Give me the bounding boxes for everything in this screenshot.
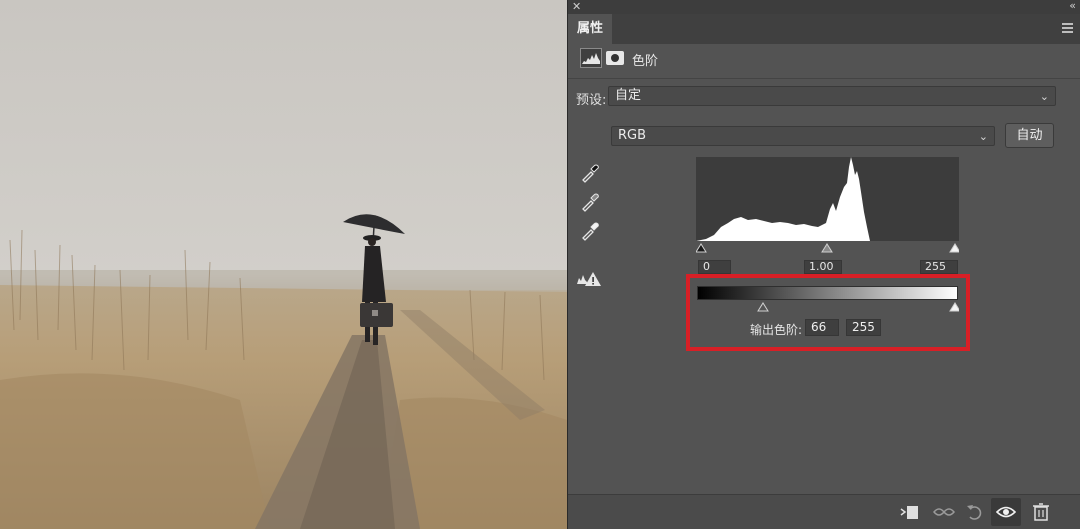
properties-panel: ✕ « 属性 色阶 预设: 自定 ⌄ RGB ⌄ 自动 0 1.00 255 输… [567,0,1080,529]
visibility-toggle[interactable] [991,498,1021,526]
input-black-handle[interactable] [696,243,707,253]
gray-point-eyedropper-icon[interactable] [580,192,600,212]
input-gamma-field[interactable]: 1.00 [804,260,842,274]
input-gamma-handle[interactable] [821,243,833,253]
layer-mask-icon[interactable] [606,51,624,65]
adjustment-title: 色阶 [632,54,659,69]
document-canvas-photo [0,0,567,529]
input-white-handle[interactable] [949,243,959,253]
visibility-eye-icon [996,506,1016,518]
black-point-eyedropper-icon[interactable] [580,163,600,183]
tab-properties[interactable]: 属性 [568,14,612,44]
reset-icon[interactable] [965,503,985,521]
tab-properties-label: 属性 [576,21,603,36]
chevron-down-icon: ⌄ [1039,90,1049,103]
input-white-value: 255 [925,260,946,273]
view-previous-state-icon[interactable] [932,503,956,521]
clip-to-layer-icon[interactable] [899,503,919,521]
input-white-field[interactable]: 255 [920,260,958,274]
histogram [696,157,959,241]
channel-value: RGB [618,128,647,143]
channel-dropdown[interactable]: RGB ⌄ [611,126,995,146]
panel-tab-bar: 属性 [568,14,1080,44]
chevron-down-icon: ⌄ [978,130,988,143]
input-black-value: 0 [703,260,710,273]
panel-top-strip: ✕ « [568,0,1080,14]
double-chevron-icon[interactable]: « [1069,0,1076,12]
auto-button[interactable]: 自动 [1005,123,1054,148]
preset-label: 预设: [576,93,607,108]
panel-bottom-toolbar [568,494,1080,529]
highlight-annotation-box [686,274,970,351]
input-levels-slider[interactable] [696,240,959,254]
panel-menu-icon[interactable] [1062,23,1073,33]
close-icon[interactable]: ✕ [572,1,581,13]
preset-dropdown[interactable]: 自定 ⌄ [608,86,1056,106]
trash-icon[interactable] [1031,503,1051,521]
photo-scene [0,214,567,529]
input-black-field[interactable]: 0 [698,260,731,274]
auto-button-label: 自动 [1016,128,1043,143]
white-point-eyedropper-icon[interactable] [580,221,600,241]
header-divider [568,78,1080,79]
levels-histogram-icon [580,48,602,68]
preset-value: 自定 [615,88,642,103]
clipping-warning-icon[interactable] [576,270,602,288]
input-gamma-value: 1.00 [809,260,834,273]
